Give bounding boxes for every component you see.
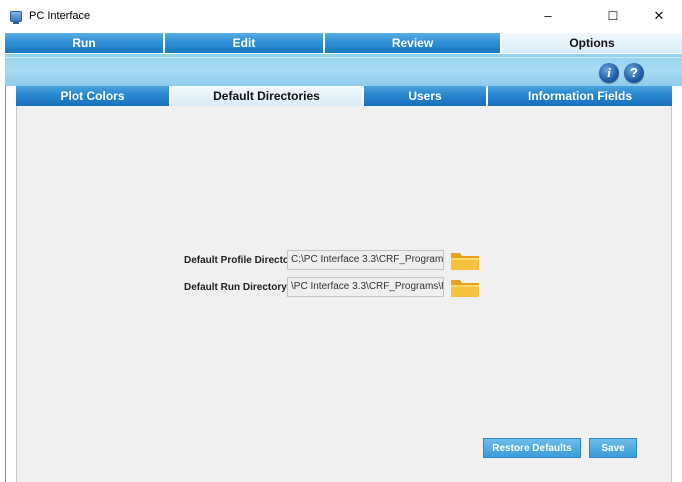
main-tab-bar: Run Edit Review Options (5, 33, 682, 53)
run-directory-label: Default Run Directory: (184, 282, 291, 293)
window-title: PC Interface (29, 9, 91, 22)
maximize-button[interactable]: ☐ (590, 0, 636, 31)
title-bar: PC Interface (0, 0, 682, 31)
default-directories-panel: Default Profile Directory: C:\PC Interfa… (16, 106, 672, 482)
minimize-button[interactable]: – (525, 0, 571, 31)
close-button[interactable]: ✕ (636, 0, 682, 31)
tab-users[interactable]: Users (364, 86, 488, 106)
run-directory-field[interactable]: \PC Interface 3.3\CRF_Programs\Run (287, 277, 444, 297)
help-icon[interactable]: ? (624, 63, 644, 83)
tab-plot-colors[interactable]: Plot Colors (16, 86, 171, 106)
tab-review[interactable]: Review (325, 33, 502, 53)
toolbar-divider (5, 57, 682, 58)
tab-information-fields[interactable]: Information Fields (488, 86, 672, 106)
profile-directory-field[interactable]: C:\PC Interface 3.3\CRF_Programs (287, 250, 444, 270)
tab-run[interactable]: Run (5, 33, 165, 53)
panel-frame (5, 86, 6, 482)
close-icon: ✕ (653, 7, 665, 23)
run-folder-icon[interactable] (450, 276, 480, 298)
profile-folder-icon[interactable] (450, 249, 480, 271)
app-icon (10, 10, 22, 24)
save-button[interactable]: Save (589, 438, 637, 458)
tab-edit[interactable]: Edit (165, 33, 325, 53)
minimize-icon: – (544, 8, 552, 23)
toolbar-band (5, 54, 682, 86)
restore-defaults-button[interactable]: Restore Defaults (483, 438, 581, 458)
info-icon[interactable]: i (599, 63, 619, 83)
tab-options[interactable]: Options (502, 33, 682, 53)
sub-tab-bar: Plot Colors Default Directories Users In… (16, 86, 672, 106)
tab-default-directories[interactable]: Default Directories (171, 86, 364, 106)
profile-directory-label: Default Profile Directory: (184, 255, 302, 266)
maximize-icon: ☐ (607, 8, 619, 23)
